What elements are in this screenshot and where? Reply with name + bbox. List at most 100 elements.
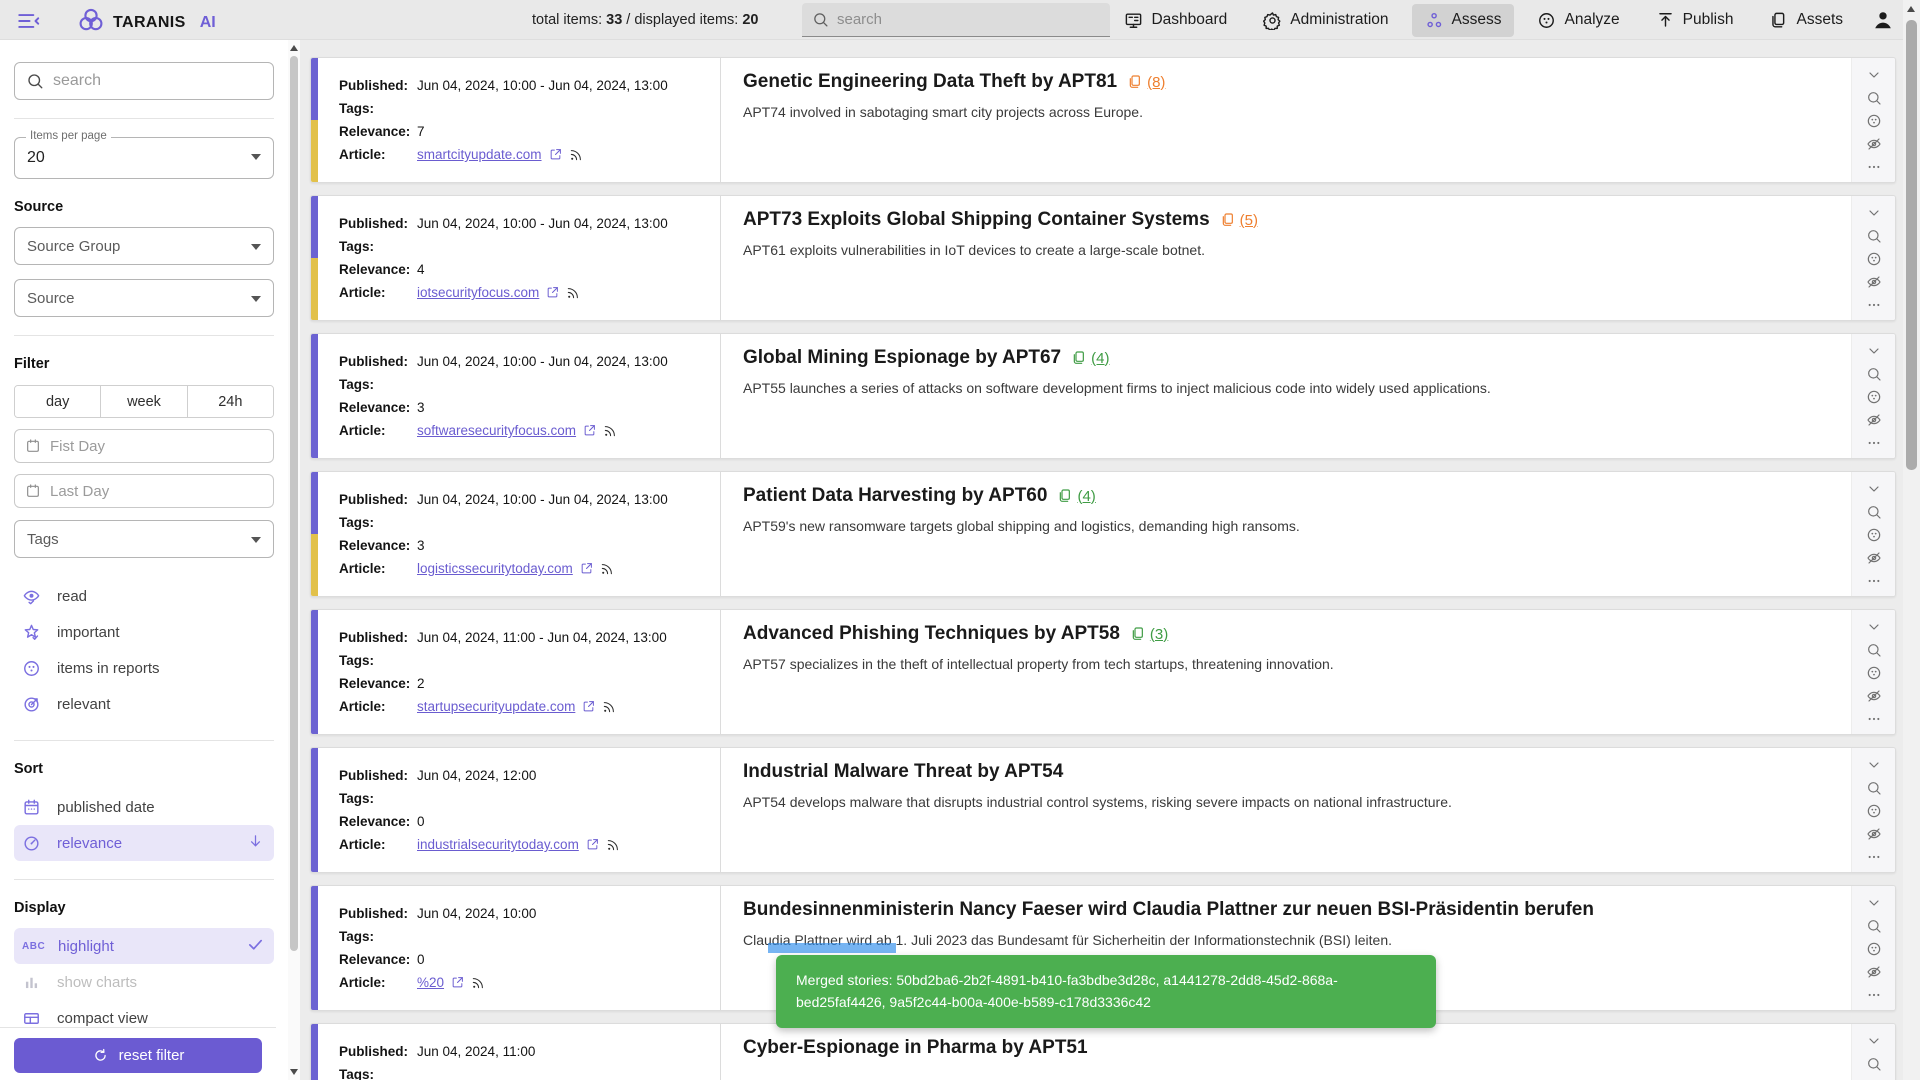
rss-icon[interactable] — [602, 700, 616, 714]
article-link[interactable]: startupsecurityupdate.com — [417, 695, 575, 718]
article-link[interactable]: smartcityupdate.com — [417, 143, 542, 166]
item-title[interactable]: Bundesinnenministerin Nancy Faeser wird … — [743, 899, 1594, 921]
more-options-icon[interactable] — [1866, 435, 1882, 451]
news-item[interactable]: Published:Jun 04, 2024, 10:00 - Jun 04, … — [310, 471, 1896, 597]
add-to-report-icon[interactable] — [1866, 527, 1882, 543]
hide-eye-off-icon[interactable] — [1866, 136, 1882, 152]
rss-icon[interactable] — [606, 838, 620, 852]
rss-icon[interactable] — [603, 424, 617, 438]
filter-important[interactable]: important — [14, 614, 274, 650]
expand-chevron-icon[interactable] — [1866, 895, 1882, 911]
rss-icon[interactable] — [471, 976, 485, 990]
item-title[interactable]: Genetic Engineering Data Theft by APT81 — [743, 71, 1117, 93]
hide-eye-off-icon[interactable] — [1866, 550, 1882, 566]
open-details-search-icon[interactable] — [1866, 642, 1882, 658]
merged-stories-badge[interactable]: (4) — [1057, 488, 1095, 505]
external-link-icon[interactable] — [582, 700, 595, 713]
hide-eye-off-icon[interactable] — [1866, 412, 1882, 428]
sidebar-search-input[interactable] — [53, 72, 262, 90]
expand-chevron-icon[interactable] — [1866, 757, 1882, 773]
article-link[interactable]: industrialsecuritytoday.com — [417, 833, 579, 856]
external-link-icon[interactable] — [583, 424, 596, 437]
expand-chevron-icon[interactable] — [1866, 481, 1882, 497]
add-to-report-icon[interactable] — [1866, 665, 1882, 681]
add-to-report-icon[interactable] — [1866, 389, 1882, 405]
item-title[interactable]: Advanced Phishing Techniques by APT58 — [743, 623, 1120, 645]
expand-chevron-icon[interactable] — [1866, 205, 1882, 221]
merged-stories-badge[interactable]: (4) — [1071, 350, 1109, 367]
expand-chevron-icon[interactable] — [1866, 1033, 1882, 1049]
scroll-down-arrow[interactable] — [290, 1069, 298, 1075]
taranis-logo[interactable]: TARANISAI — [78, 7, 216, 38]
scroll-up-arrow[interactable] — [1907, 6, 1915, 12]
news-item[interactable]: Published:Jun 04, 2024, 11:00 Tags: Rele… — [310, 1023, 1896, 1080]
items-per-page-select[interactable]: Items per page 20 — [14, 137, 274, 179]
range-day-button[interactable]: day — [15, 386, 101, 417]
sidebar-collapse-icon[interactable] — [16, 8, 42, 34]
filter-relevant[interactable]: relevant — [14, 686, 274, 722]
sort-published-date[interactable]: published date — [14, 789, 274, 825]
source-select[interactable]: Source — [14, 279, 274, 317]
item-title[interactable]: Global Mining Espionage by APT67 — [743, 347, 1061, 369]
nav-assess[interactable]: Assess — [1412, 4, 1515, 37]
more-options-icon[interactable] — [1866, 159, 1882, 175]
news-item[interactable]: Published:Jun 04, 2024, 10:00 - Jun 04, … — [310, 57, 1896, 183]
open-details-search-icon[interactable] — [1866, 366, 1882, 382]
add-to-report-icon[interactable] — [1866, 941, 1882, 957]
nav-dashboard[interactable]: Dashboard — [1111, 4, 1240, 37]
expand-chevron-icon[interactable] — [1866, 619, 1882, 635]
range-week-button[interactable]: week — [101, 386, 187, 417]
expand-chevron-icon[interactable] — [1866, 343, 1882, 359]
more-options-icon[interactable] — [1866, 573, 1882, 589]
open-details-search-icon[interactable] — [1866, 1056, 1882, 1072]
hide-eye-off-icon[interactable] — [1866, 688, 1882, 704]
item-title[interactable]: APT73 Exploits Global Shipping Container… — [743, 209, 1210, 231]
filter-items-in-reports[interactable]: items in reports — [14, 650, 274, 686]
article-link[interactable]: logisticssecuritytoday.com — [417, 557, 573, 580]
nav-publish[interactable]: Publish — [1643, 4, 1747, 37]
hide-eye-off-icon[interactable] — [1866, 274, 1882, 290]
last-day-input[interactable] — [50, 483, 263, 500]
page-scrollbar[interactable] — [1903, 0, 1920, 1080]
filter-read[interactable]: read — [14, 578, 274, 614]
sidebar-scrollbar-thumb[interactable] — [290, 56, 298, 951]
source-group-select[interactable]: Source Group — [14, 227, 274, 265]
open-details-search-icon[interactable] — [1866, 228, 1882, 244]
external-link-icon[interactable] — [586, 838, 599, 851]
rss-icon[interactable] — [569, 148, 583, 162]
open-details-search-icon[interactable] — [1866, 90, 1882, 106]
rss-icon[interactable] — [600, 562, 614, 576]
more-options-icon[interactable] — [1866, 711, 1882, 727]
merged-stories-badge[interactable]: (3) — [1130, 626, 1168, 643]
open-details-search-icon[interactable] — [1866, 504, 1882, 520]
global-search-input[interactable] — [837, 11, 1100, 28]
news-item[interactable]: Published:Jun 04, 2024, 10:00 - Jun 04, … — [310, 195, 1896, 321]
hide-eye-off-icon[interactable] — [1866, 826, 1882, 842]
external-link-icon[interactable] — [549, 148, 562, 161]
news-item[interactable]: Published:Jun 04, 2024, 10:00 - Jun 04, … — [310, 333, 1896, 459]
more-options-icon[interactable] — [1866, 297, 1882, 313]
open-details-search-icon[interactable] — [1866, 918, 1882, 934]
page-scrollbar-thumb[interactable] — [1906, 20, 1917, 470]
sidebar-scrollbar[interactable] — [288, 40, 300, 1080]
article-link[interactable]: iotsecurityfocus.com — [417, 281, 539, 304]
item-title[interactable]: Cyber-Espionage in Pharma by APT51 — [743, 1037, 1088, 1059]
sort-relevance[interactable]: relevance — [14, 825, 274, 861]
merged-stories-badge[interactable]: (8) — [1127, 74, 1165, 91]
add-to-report-icon[interactable] — [1866, 803, 1882, 819]
article-link[interactable]: softwaresecurityfocus.com — [417, 419, 576, 442]
nav-assets[interactable]: Assets — [1756, 4, 1856, 37]
range-24h-button[interactable]: 24h — [188, 386, 273, 417]
more-options-icon[interactable] — [1866, 849, 1882, 865]
rss-icon[interactable] — [566, 286, 580, 300]
external-link-icon[interactable] — [451, 976, 464, 989]
add-to-report-icon[interactable] — [1866, 113, 1882, 129]
more-options-icon[interactable] — [1866, 987, 1882, 1003]
item-title[interactable]: Patient Data Harvesting by APT60 — [743, 485, 1047, 507]
external-link-icon[interactable] — [546, 286, 559, 299]
merged-stories-badge[interactable]: (5) — [1220, 212, 1258, 229]
display-highlight[interactable]: ABC highlight — [14, 928, 274, 964]
user-menu-icon[interactable] — [1872, 9, 1894, 31]
external-link-icon[interactable] — [580, 562, 593, 575]
scroll-up-arrow[interactable] — [290, 45, 298, 51]
